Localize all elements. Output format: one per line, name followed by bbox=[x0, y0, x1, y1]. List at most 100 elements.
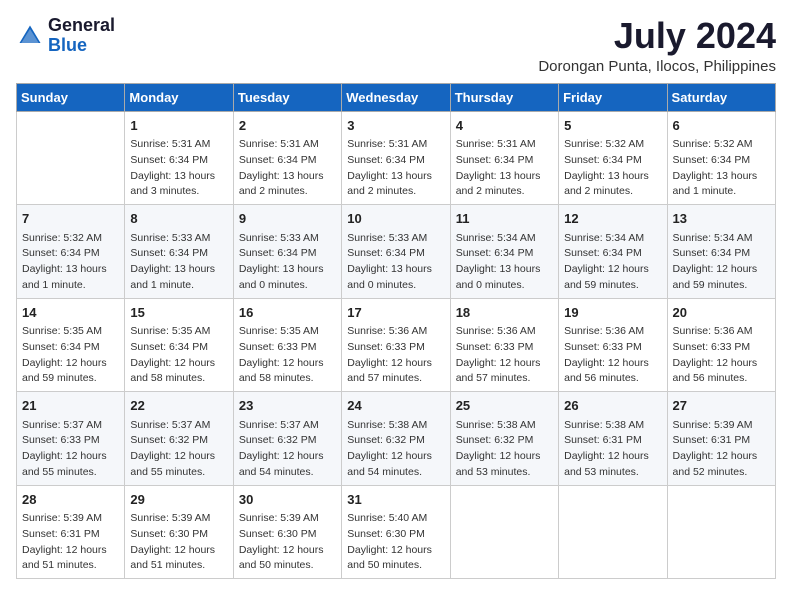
day-number: 16 bbox=[239, 303, 336, 323]
calendar-cell: 27Sunrise: 5:39 AM Sunset: 6:31 PM Dayli… bbox=[667, 392, 775, 486]
calendar-cell: 12Sunrise: 5:34 AM Sunset: 6:34 PM Dayli… bbox=[559, 205, 667, 299]
calendar-cell: 30Sunrise: 5:39 AM Sunset: 6:30 PM Dayli… bbox=[233, 485, 341, 579]
header-row: SundayMondayTuesdayWednesdayThursdayFrid… bbox=[17, 83, 776, 111]
day-info: Sunrise: 5:40 AM Sunset: 6:30 PM Dayligh… bbox=[347, 511, 444, 574]
day-number: 2 bbox=[239, 116, 336, 136]
day-number: 4 bbox=[456, 116, 553, 136]
day-info: Sunrise: 5:31 AM Sunset: 6:34 PM Dayligh… bbox=[130, 137, 227, 200]
calendar-cell: 11Sunrise: 5:34 AM Sunset: 6:34 PM Dayli… bbox=[450, 205, 558, 299]
calendar-cell: 15Sunrise: 5:35 AM Sunset: 6:34 PM Dayli… bbox=[125, 298, 233, 392]
day-number: 31 bbox=[347, 490, 444, 510]
day-info: Sunrise: 5:39 AM Sunset: 6:30 PM Dayligh… bbox=[130, 511, 227, 574]
location: Dorongan Punta, Ilocos, Philippines bbox=[538, 58, 776, 75]
day-number: 9 bbox=[239, 209, 336, 229]
calendar-cell: 9Sunrise: 5:33 AM Sunset: 6:34 PM Daylig… bbox=[233, 205, 341, 299]
calendar-cell: 8Sunrise: 5:33 AM Sunset: 6:34 PM Daylig… bbox=[125, 205, 233, 299]
day-number: 23 bbox=[239, 396, 336, 416]
day-info: Sunrise: 5:36 AM Sunset: 6:33 PM Dayligh… bbox=[564, 324, 661, 387]
header-cell-wednesday: Wednesday bbox=[342, 83, 450, 111]
header-cell-monday: Monday bbox=[125, 83, 233, 111]
day-info: Sunrise: 5:32 AM Sunset: 6:34 PM Dayligh… bbox=[22, 231, 119, 294]
week-row-5: 28Sunrise: 5:39 AM Sunset: 6:31 PM Dayli… bbox=[17, 485, 776, 579]
day-number: 8 bbox=[130, 209, 227, 229]
header-cell-thursday: Thursday bbox=[450, 83, 558, 111]
day-info: Sunrise: 5:34 AM Sunset: 6:34 PM Dayligh… bbox=[456, 231, 553, 294]
day-number: 19 bbox=[564, 303, 661, 323]
day-info: Sunrise: 5:39 AM Sunset: 6:31 PM Dayligh… bbox=[22, 511, 119, 574]
day-info: Sunrise: 5:33 AM Sunset: 6:34 PM Dayligh… bbox=[347, 231, 444, 294]
day-number: 20 bbox=[673, 303, 770, 323]
day-info: Sunrise: 5:37 AM Sunset: 6:33 PM Dayligh… bbox=[22, 418, 119, 481]
calendar-cell bbox=[559, 485, 667, 579]
week-row-1: 1Sunrise: 5:31 AM Sunset: 6:34 PM Daylig… bbox=[17, 111, 776, 205]
calendar-cell bbox=[17, 111, 125, 205]
day-info: Sunrise: 5:35 AM Sunset: 6:33 PM Dayligh… bbox=[239, 324, 336, 387]
day-info: Sunrise: 5:31 AM Sunset: 6:34 PM Dayligh… bbox=[347, 137, 444, 200]
day-number: 7 bbox=[22, 209, 119, 229]
logo: General Blue bbox=[16, 16, 115, 56]
day-number: 17 bbox=[347, 303, 444, 323]
day-number: 6 bbox=[673, 116, 770, 136]
calendar-cell: 5Sunrise: 5:32 AM Sunset: 6:34 PM Daylig… bbox=[559, 111, 667, 205]
logo-general: General bbox=[48, 16, 115, 36]
day-info: Sunrise: 5:38 AM Sunset: 6:32 PM Dayligh… bbox=[456, 418, 553, 481]
calendar-cell: 31Sunrise: 5:40 AM Sunset: 6:30 PM Dayli… bbox=[342, 485, 450, 579]
calendar-cell: 18Sunrise: 5:36 AM Sunset: 6:33 PM Dayli… bbox=[450, 298, 558, 392]
calendar-cell: 14Sunrise: 5:35 AM Sunset: 6:34 PM Dayli… bbox=[17, 298, 125, 392]
calendar-cell: 1Sunrise: 5:31 AM Sunset: 6:34 PM Daylig… bbox=[125, 111, 233, 205]
day-number: 15 bbox=[130, 303, 227, 323]
calendar-cell: 2Sunrise: 5:31 AM Sunset: 6:34 PM Daylig… bbox=[233, 111, 341, 205]
day-number: 28 bbox=[22, 490, 119, 510]
day-number: 13 bbox=[673, 209, 770, 229]
day-info: Sunrise: 5:31 AM Sunset: 6:34 PM Dayligh… bbox=[456, 137, 553, 200]
logo-blue: Blue bbox=[48, 36, 115, 56]
day-info: Sunrise: 5:31 AM Sunset: 6:34 PM Dayligh… bbox=[239, 137, 336, 200]
day-info: Sunrise: 5:32 AM Sunset: 6:34 PM Dayligh… bbox=[564, 137, 661, 200]
header-cell-friday: Friday bbox=[559, 83, 667, 111]
day-number: 21 bbox=[22, 396, 119, 416]
month-year: July 2024 bbox=[538, 16, 776, 56]
day-info: Sunrise: 5:35 AM Sunset: 6:34 PM Dayligh… bbox=[22, 324, 119, 387]
calendar-cell: 25Sunrise: 5:38 AM Sunset: 6:32 PM Dayli… bbox=[450, 392, 558, 486]
calendar-cell: 23Sunrise: 5:37 AM Sunset: 6:32 PM Dayli… bbox=[233, 392, 341, 486]
day-info: Sunrise: 5:38 AM Sunset: 6:32 PM Dayligh… bbox=[347, 418, 444, 481]
calendar-cell: 17Sunrise: 5:36 AM Sunset: 6:33 PM Dayli… bbox=[342, 298, 450, 392]
day-number: 22 bbox=[130, 396, 227, 416]
day-number: 27 bbox=[673, 396, 770, 416]
calendar-cell: 29Sunrise: 5:39 AM Sunset: 6:30 PM Dayli… bbox=[125, 485, 233, 579]
calendar-cell: 16Sunrise: 5:35 AM Sunset: 6:33 PM Dayli… bbox=[233, 298, 341, 392]
day-number: 25 bbox=[456, 396, 553, 416]
day-info: Sunrise: 5:35 AM Sunset: 6:34 PM Dayligh… bbox=[130, 324, 227, 387]
logo-icon bbox=[16, 22, 44, 50]
day-number: 11 bbox=[456, 209, 553, 229]
day-number: 12 bbox=[564, 209, 661, 229]
day-number: 3 bbox=[347, 116, 444, 136]
day-number: 14 bbox=[22, 303, 119, 323]
title-block: July 2024 Dorongan Punta, Ilocos, Philip… bbox=[538, 16, 776, 75]
calendar-cell bbox=[667, 485, 775, 579]
week-row-4: 21Sunrise: 5:37 AM Sunset: 6:33 PM Dayli… bbox=[17, 392, 776, 486]
header-cell-sunday: Sunday bbox=[17, 83, 125, 111]
calendar-cell: 10Sunrise: 5:33 AM Sunset: 6:34 PM Dayli… bbox=[342, 205, 450, 299]
day-number: 30 bbox=[239, 490, 336, 510]
day-info: Sunrise: 5:32 AM Sunset: 6:34 PM Dayligh… bbox=[673, 137, 770, 200]
day-info: Sunrise: 5:39 AM Sunset: 6:30 PM Dayligh… bbox=[239, 511, 336, 574]
day-info: Sunrise: 5:34 AM Sunset: 6:34 PM Dayligh… bbox=[564, 231, 661, 294]
day-info: Sunrise: 5:38 AM Sunset: 6:31 PM Dayligh… bbox=[564, 418, 661, 481]
calendar-cell: 7Sunrise: 5:32 AM Sunset: 6:34 PM Daylig… bbox=[17, 205, 125, 299]
calendar-cell: 6Sunrise: 5:32 AM Sunset: 6:34 PM Daylig… bbox=[667, 111, 775, 205]
calendar-cell: 22Sunrise: 5:37 AM Sunset: 6:32 PM Dayli… bbox=[125, 392, 233, 486]
day-number: 10 bbox=[347, 209, 444, 229]
day-number: 26 bbox=[564, 396, 661, 416]
day-number: 18 bbox=[456, 303, 553, 323]
day-info: Sunrise: 5:36 AM Sunset: 6:33 PM Dayligh… bbox=[456, 324, 553, 387]
day-info: Sunrise: 5:34 AM Sunset: 6:34 PM Dayligh… bbox=[673, 231, 770, 294]
calendar-table: SundayMondayTuesdayWednesdayThursdayFrid… bbox=[16, 83, 776, 580]
week-row-3: 14Sunrise: 5:35 AM Sunset: 6:34 PM Dayli… bbox=[17, 298, 776, 392]
calendar-cell: 28Sunrise: 5:39 AM Sunset: 6:31 PM Dayli… bbox=[17, 485, 125, 579]
day-info: Sunrise: 5:36 AM Sunset: 6:33 PM Dayligh… bbox=[347, 324, 444, 387]
day-info: Sunrise: 5:33 AM Sunset: 6:34 PM Dayligh… bbox=[130, 231, 227, 294]
calendar-cell bbox=[450, 485, 558, 579]
calendar-cell: 4Sunrise: 5:31 AM Sunset: 6:34 PM Daylig… bbox=[450, 111, 558, 205]
day-number: 24 bbox=[347, 396, 444, 416]
